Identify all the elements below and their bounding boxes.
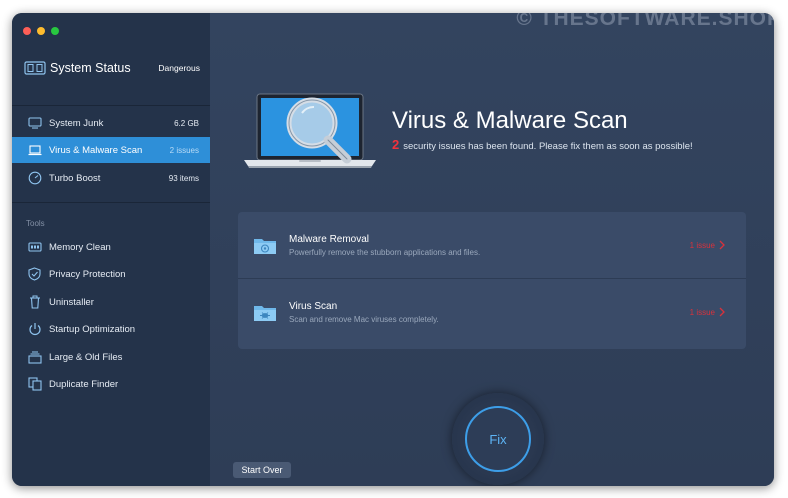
sidebar-item-label: Virus & Malware Scan [49, 144, 143, 156]
issue-row-description: Powerfully remove the stubborn applicati… [289, 247, 481, 257]
issue-row-badge[interactable]: 1 issue [690, 307, 726, 317]
chevron-right-icon [719, 240, 725, 250]
start-over-button[interactable]: Start Over [233, 462, 291, 478]
sidebar-divider [12, 105, 210, 106]
sidebar-item-label: Uninstaller [49, 296, 94, 308]
sidebar-item-label: Duplicate Finder [49, 378, 119, 390]
tools-section-label: Tools [26, 219, 45, 228]
virus-folder-icon [254, 305, 276, 321]
duplicate-icon [27, 377, 42, 392]
sidebar-item-label: Memory Clean [49, 241, 111, 253]
issue-row-count: 1 issue [689, 307, 715, 317]
sidebar-item-large-old-files[interactable]: Large & Old Files [12, 344, 210, 370]
system-status: System Status Dangerous [24, 59, 200, 77]
sidebar-item-value: 2 issues [169, 145, 199, 155]
sidebar-item-uninstaller[interactable]: Uninstaller [12, 289, 210, 315]
sidebar-divider [12, 202, 210, 203]
main-content: © THESOFTWARE.SHOP Virus & Malware Scan … [210, 13, 774, 486]
sidebar-item-privacy-protection[interactable]: Privacy Protection [12, 261, 210, 287]
system-status-icon [24, 61, 46, 75]
issue-row-badge[interactable]: 1 issue [690, 240, 726, 250]
sidebar-item-label: Turbo Boost [49, 172, 101, 184]
system-status-value: Dangerous [158, 63, 200, 73]
power-icon [27, 322, 42, 337]
issue-row-malware-removal[interactable]: Malware Removal Powerfully remove the st… [238, 212, 746, 278]
speedometer-icon [27, 171, 42, 186]
monitor-icon [27, 116, 42, 131]
zoom-window-button[interactable] [51, 27, 59, 35]
sidebar-item-label: Large & Old Files [49, 351, 123, 363]
app-window: System Status Dangerous System Junk 6.2 … [12, 13, 774, 486]
memory-icon [27, 240, 42, 255]
sidebar: System Status Dangerous System Junk 6.2 … [12, 13, 210, 486]
sidebar-item-label: System Junk [49, 117, 104, 129]
fix-button[interactable]: Fix [465, 406, 531, 472]
issue-row-texts: Virus Scan Scan and remove Mac viruses c… [289, 301, 690, 324]
issue-count: 2 [392, 137, 400, 152]
laptop-icon [27, 143, 42, 158]
system-status-title: System Status [50, 61, 131, 75]
sidebar-item-turbo-boost[interactable]: Turbo Boost 93 items [12, 165, 210, 191]
scan-summary: 2 security issues has been found. Please… [392, 137, 693, 152]
sidebar-item-startup-optimization[interactable]: Startup Optimization [12, 316, 210, 342]
issue-row-virus-scan[interactable]: Virus Scan Scan and remove Mac viruses c… [238, 279, 746, 345]
shield-icon [27, 267, 42, 282]
sidebar-item-label: Privacy Protection [49, 268, 126, 280]
sidebar-item-value: 93 items [168, 173, 199, 183]
issue-row-texts: Malware Removal Powerfully remove the st… [289, 234, 690, 257]
malware-folder-icon [254, 238, 276, 254]
sidebar-item-virus-malware-scan[interactable]: Virus & Malware Scan 2 issues [12, 137, 210, 163]
issue-row-title: Virus Scan [289, 300, 338, 312]
issues-panel: Malware Removal Powerfully remove the st… [238, 212, 746, 349]
files-icon [27, 350, 42, 365]
sidebar-item-label: Startup Optimization [49, 323, 136, 335]
window-controls [23, 27, 59, 35]
sidebar-item-memory-clean[interactable]: Memory Clean [12, 234, 210, 260]
minimize-window-button[interactable] [37, 27, 45, 35]
page-title: Virus & Malware Scan [392, 107, 628, 134]
sidebar-item-system-junk[interactable]: System Junk 6.2 GB [12, 110, 210, 136]
issue-row-description: Scan and remove Mac viruses completely. [289, 314, 439, 324]
close-window-button[interactable] [23, 27, 31, 35]
sidebar-item-duplicate-finder[interactable]: Duplicate Finder [12, 371, 210, 397]
issue-row-title: Malware Removal [289, 233, 370, 245]
sidebar-item-value: 6.2 GB [174, 118, 199, 128]
trash-icon [27, 295, 42, 310]
watermark-text: © THESOFTWARE.SHOP [516, 13, 774, 30]
scan-summary-text: security issues has been found. Please f… [403, 141, 693, 152]
laptop-magnifier-illustration [244, 93, 376, 168]
issue-row-count: 1 issue [689, 240, 715, 250]
chevron-right-icon [719, 307, 725, 317]
